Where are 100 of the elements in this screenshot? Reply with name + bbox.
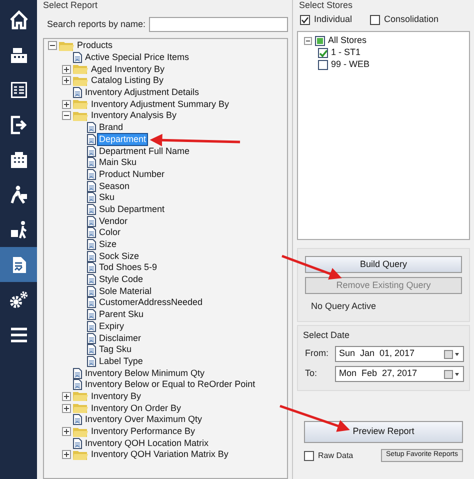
tree-item[interactable]: Size [98, 239, 118, 250]
report-file-icon [87, 180, 96, 192]
store-label[interactable]: All Stores [328, 34, 367, 48]
expand-icon[interactable] [62, 392, 71, 401]
expand-icon[interactable] [62, 427, 71, 436]
store-checkbox[interactable] [318, 60, 328, 70]
folder-icon [73, 403, 88, 414]
search-label: Search reports by name: [47, 18, 146, 31]
report-file-icon [73, 438, 82, 449]
tree-item[interactable]: Sub Department [98, 204, 166, 215]
group-title: Select Stores [299, 0, 354, 12]
expand-icon[interactable] [62, 76, 71, 86]
report-file-icon [87, 122, 96, 134]
tree-item[interactable]: Brand [98, 122, 124, 134]
report-file-icon [87, 216, 96, 227]
date-field[interactable]: Mon Feb 27, 2017 [335, 366, 464, 382]
tree-item[interactable]: Tod Shoes 5-9 [98, 262, 158, 274]
tree-item[interactable]: Inventory By [90, 390, 142, 402]
report-file-icon [73, 368, 82, 379]
tree-item[interactable]: Inventory Adjustment Details [84, 87, 200, 98]
report-file-icon [87, 227, 96, 238]
mode-label: Individual [314, 13, 352, 26]
collapse-icon[interactable] [48, 41, 57, 50]
mode-label: Consolidation [384, 13, 439, 26]
query-status: No Query Active [311, 300, 378, 313]
mode-checkbox[interactable] [370, 15, 380, 25]
report-file-icon [87, 274, 96, 286]
date-field[interactable]: Sun Jan 01, 2017 [335, 346, 464, 362]
tree-item[interactable]: Style Code [98, 274, 144, 286]
expand-icon[interactable] [62, 64, 71, 74]
home-icon [8, 8, 30, 30]
tree-item[interactable]: Inventory On Order By [90, 402, 182, 414]
search-field[interactable] [148, 17, 288, 32]
report-file-icon [73, 379, 82, 390]
tree-item[interactable]: Inventory Below Minimum Qty [84, 368, 206, 379]
tree-item[interactable]: Sock Size [98, 250, 140, 262]
report-file-icon [87, 146, 96, 157]
report-file-icon [87, 157, 96, 168]
tree-item[interactable]: Tag Sku [98, 344, 133, 356]
tree-item[interactable]: Disclaimer [98, 332, 142, 344]
tree-item[interactable]: Sku [98, 192, 116, 204]
report-file-icon [73, 87, 82, 98]
mode-checkbox[interactable] [300, 15, 310, 25]
report-file-icon [87, 356, 96, 367]
tree-item[interactable]: Aged Inventory By [90, 64, 166, 75]
collapse-icon[interactable] [304, 37, 312, 45]
folder-icon [73, 426, 88, 437]
preview-report-button[interactable]: Preview Report [304, 421, 463, 443]
report-file-icon [87, 297, 96, 308]
tree-item[interactable]: Inventory Adjustment Summary By [90, 98, 230, 110]
tree-item[interactable]: Sole Material [98, 286, 153, 297]
collapse-icon[interactable] [62, 111, 71, 120]
tree-item[interactable]: Inventory Performance By [90, 426, 196, 438]
build-query-button[interactable]: Build Query [305, 256, 462, 273]
report-file-icon [87, 134, 96, 145]
raw-data-checkbox[interactable] [304, 450, 314, 460]
report-file-icon [73, 52, 82, 64]
gears-icon [8, 288, 30, 310]
tree-item[interactable]: Department Full Name [98, 146, 191, 157]
calendar-dropdown-icon [444, 370, 460, 378]
report-file-icon [87, 309, 96, 320]
tree-item[interactable]: Parent Sku [98, 309, 145, 320]
tree-item[interactable]: Active Special Price Items [84, 52, 190, 64]
tree-item[interactable]: Catalog Listing By [90, 75, 165, 86]
date-label: From: [305, 347, 330, 360]
tree-item[interactable]: CustomerAddressNeeded [98, 297, 204, 308]
folder-icon [73, 76, 88, 86]
tree-item[interactable]: Inventory Below or Equal to ReOrder Point [84, 379, 256, 390]
folder-icon [73, 110, 88, 121]
folder-icon [73, 64, 88, 74]
group-title: Select Date [303, 328, 351, 342]
report-file-icon [87, 286, 96, 297]
tree-item[interactable]: Products [76, 40, 114, 52]
tree-item[interactable]: Season [98, 180, 131, 192]
annotation-arrow [282, 254, 342, 280]
tree-item[interactable]: Inventory Analysis By [90, 110, 178, 122]
annotation-arrow [280, 404, 350, 432]
tree-item[interactable]: Vendor [98, 216, 129, 227]
store-checkbox[interactable] [318, 48, 328, 58]
folder-icon [59, 40, 74, 51]
tree-item[interactable]: Color [98, 227, 122, 238]
report-file-icon [87, 168, 96, 180]
expand-icon[interactable] [62, 100, 71, 109]
report-file-icon [73, 414, 82, 426]
store-label[interactable]: 99 - WEB [331, 58, 370, 72]
group-title: Select Report [43, 0, 99, 12]
tree-item[interactable]: Expiry [98, 320, 126, 332]
report-file-icon [87, 262, 96, 274]
store-checkbox[interactable] [315, 36, 325, 46]
tree-item[interactable]: Label Type [98, 356, 144, 367]
tree-item[interactable]: Main Sku [98, 157, 138, 168]
report-file-icon [87, 204, 96, 215]
tree-item[interactable]: Inventory QOH Variation Matrix By [90, 449, 230, 460]
date-label: To: [305, 367, 318, 380]
tree-item[interactable]: Inventory Over Maximum Qty [84, 414, 204, 426]
tree-item[interactable]: Product Number [98, 168, 166, 180]
store-label[interactable]: 1 - ST1 [331, 46, 361, 60]
expand-icon[interactable] [62, 404, 71, 413]
expand-icon[interactable] [62, 450, 71, 460]
tree-item[interactable]: Inventory QOH Location Matrix [84, 438, 210, 449]
